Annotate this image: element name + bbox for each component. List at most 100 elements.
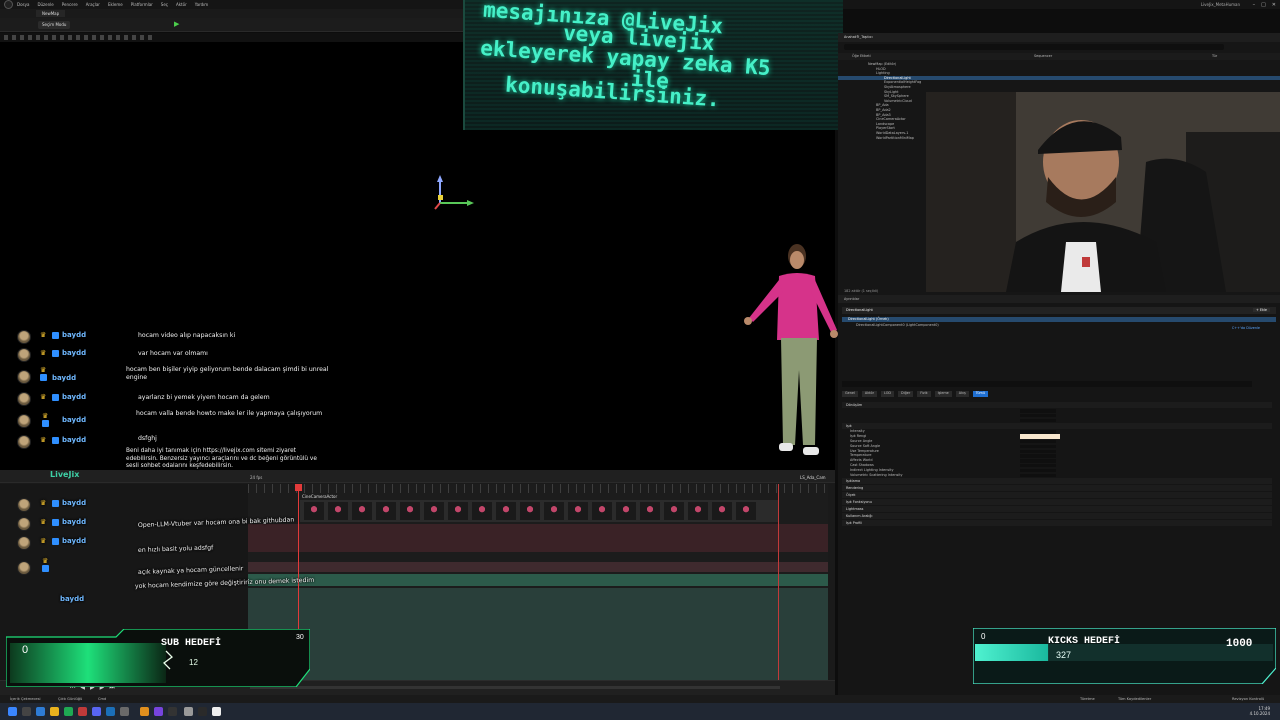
app-icon[interactable]: [78, 707, 87, 716]
menu-file[interactable]: Dosya: [17, 2, 29, 7]
menu-edit[interactable]: Düzenle: [37, 2, 53, 7]
edit-in-cpp-link[interactable]: C++'da Düzenle: [1232, 326, 1260, 330]
filter-tab[interactable]: Tümü: [972, 391, 988, 397]
minimize-icon[interactable]: –: [1253, 2, 1256, 8]
light-property-row: Volumetric Scattering Intensity: [842, 473, 1272, 478]
chat-text: açık kaynak ya hocam güncellenir: [137, 565, 244, 576]
filter-tab[interactable]: LOD: [880, 391, 895, 397]
selection-mode-button[interactable]: Seçim Modu: [38, 21, 71, 29]
transform-row[interactable]: [842, 418, 1272, 423]
details-filter-tabs: Genel Aktör LOD Diğer Fizik Işleme Akış Tümü: [842, 391, 988, 397]
sub-current-value: 0: [22, 644, 28, 656]
app-icon[interactable]: [120, 707, 129, 716]
shot-thumbnail: [400, 502, 420, 520]
search-icon[interactable]: [22, 707, 31, 716]
details-section-header[interactable]: Işıklama: [842, 478, 1272, 485]
crown-icon: ♛: [40, 537, 47, 545]
filter-tab[interactable]: Genel: [842, 391, 858, 397]
content-drawer-button[interactable]: İçerik Çekmecesi: [10, 697, 41, 701]
discord-icon[interactable]: [92, 707, 101, 716]
filter-tab[interactable]: Fizik: [917, 391, 931, 397]
crown-icon: ♛: [42, 412, 49, 420]
shot-thumbnail: [568, 502, 588, 520]
filter-tab[interactable]: Aktör: [861, 391, 877, 397]
folder-icon[interactable]: [50, 707, 59, 716]
shot-thumbnail: [592, 502, 612, 520]
close-icon[interactable]: ✕: [1272, 2, 1276, 8]
details-properties: Dönüşüm Işık Intensity Işık Rengi Source Ang…: [842, 401, 1272, 527]
system-clock[interactable]: 17:49 4.10.2024: [1250, 706, 1270, 716]
obs-icon[interactable]: [198, 707, 207, 716]
value-field[interactable]: [1020, 473, 1056, 478]
outliner-search-input[interactable]: [844, 44, 1224, 50]
menu-help[interactable]: Yardım: [195, 2, 208, 7]
chat-text: Open-LLM-Vtuber var hocam ona bi bak git…: [137, 516, 295, 529]
property-label: Volumetric Scattering Intensity: [850, 472, 903, 477]
timeline-scrollbar[interactable]: [250, 686, 780, 689]
transform-gizmo-icon[interactable]: [430, 175, 474, 211]
details-section-header[interactable]: Işık Fonksiyonu: [842, 499, 1272, 506]
crown-icon: ♛: [40, 331, 47, 339]
filter-tab[interactable]: Akış: [955, 391, 969, 397]
save-all-button[interactable]: Tüm Kaydedilenler: [1118, 697, 1151, 701]
maximize-icon[interactable]: □: [1261, 2, 1266, 8]
tab-newmap[interactable]: NewMap: [36, 10, 66, 17]
chat-text: ayarlanz bi yemek yiyem hocam da gelem: [138, 394, 270, 401]
chat-avatar: [17, 435, 31, 449]
unreal-engine-icon[interactable]: [212, 707, 221, 716]
camera-shot-thumbnails[interactable]: [300, 500, 778, 522]
value-field[interactable]: [1020, 418, 1056, 423]
filter-tab[interactable]: Işleme: [934, 391, 952, 397]
chat-username: baydd: [62, 436, 87, 444]
filter-tab[interactable]: Diğer: [898, 391, 914, 397]
chat-text: hocam video alıp napacaksın ki: [138, 332, 236, 339]
menu-tools[interactable]: Araçlar: [86, 2, 100, 7]
shot-thumbnail: [472, 502, 492, 520]
property-label: Intensity: [850, 429, 865, 434]
menu-platforms[interactable]: Platformlar: [131, 2, 153, 7]
column-item-label[interactable]: Öğe Etiketi: [852, 54, 871, 58]
shot-thumbnail: [376, 502, 396, 520]
menu-window[interactable]: Pencere: [62, 2, 78, 7]
cube-badge-icon: [52, 332, 59, 339]
component-root[interactable]: DirectionalLight (Örnek): [842, 317, 1276, 322]
details-section-header[interactable]: Işık Profili: [842, 520, 1272, 527]
output-log-button[interactable]: Çıktı Günlüğü: [58, 697, 82, 701]
component-child[interactable]: DirectionalLightComponent0 (LightCompone…: [842, 323, 939, 327]
webcam-feed: [926, 92, 1280, 292]
column-sequencer[interactable]: Sequencer: [1034, 54, 1052, 58]
cube-badge-icon: [52, 500, 59, 507]
playback-end-marker[interactable]: [778, 484, 779, 680]
cmd-button[interactable]: Cmd: [98, 697, 106, 701]
app-icon[interactable]: [168, 707, 177, 716]
menu-actor[interactable]: Aktör: [176, 2, 187, 7]
column-type[interactable]: Tür: [1212, 54, 1217, 58]
app-icon[interactable]: [140, 707, 149, 716]
play-icon[interactable]: ▶: [174, 21, 180, 28]
menu-build[interactable]: Ekleme: [108, 2, 123, 7]
windows-start-icon[interactable]: [8, 707, 17, 716]
details-section-header[interactable]: Ölçek: [842, 492, 1272, 499]
details-search-input[interactable]: [842, 381, 1252, 387]
chat-text: var hocam var olmamı: [138, 350, 208, 357]
details-section-header[interactable]: Kullanım Aralığı: [842, 513, 1272, 520]
edge-icon[interactable]: [36, 707, 45, 716]
app-icon[interactable]: [184, 707, 193, 716]
derived-data-button[interactable]: Türetme: [1080, 697, 1095, 701]
vscode-icon[interactable]: [106, 707, 115, 716]
viewport-tool-icons[interactable]: [4, 35, 154, 40]
metahuman-character[interactable]: [735, 240, 840, 475]
clock-date: 4.10.2024: [1249, 711, 1270, 716]
property-label: Affects World: [850, 458, 873, 463]
details-section-header[interactable]: Lightmass: [842, 506, 1272, 513]
chat-avatar: [17, 330, 31, 344]
cube-badge-icon: [40, 374, 47, 381]
actor-name-label[interactable]: DirectionalLight: [846, 308, 873, 312]
chrome-icon[interactable]: [64, 707, 73, 716]
menu-select[interactable]: Seç: [161, 2, 168, 7]
add-component-button[interactable]: + Ekle: [1252, 308, 1270, 312]
app-icon[interactable]: [154, 707, 163, 716]
revision-control-button[interactable]: Revizyon Kontrolü: [1232, 697, 1264, 701]
details-section-header[interactable]: Rendering: [842, 485, 1272, 492]
main-menu: Dosya Düzenle Pencere Araçlar Ekleme Pla…: [17, 2, 208, 7]
